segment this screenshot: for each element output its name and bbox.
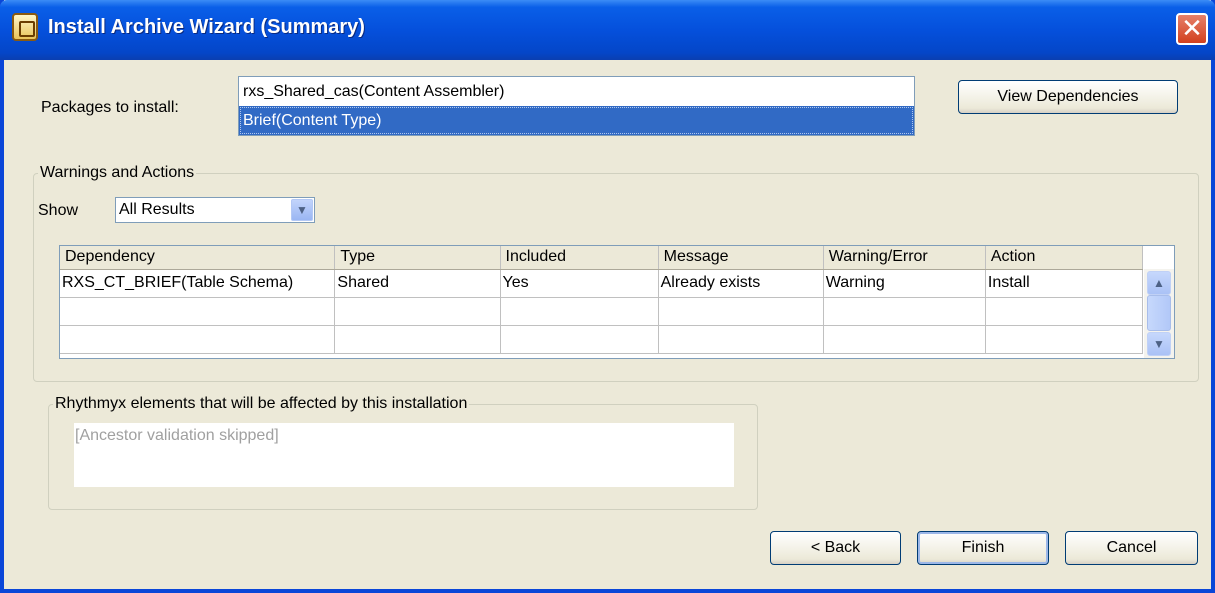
packages-list[interactable]: rxs_Shared_cas(Content Assembler) Brief(… [238, 76, 915, 136]
cell-warning-error[interactable]: Warning [823, 269, 986, 298]
cancel-button[interactable]: Cancel [1065, 531, 1198, 565]
title-bar[interactable]: Install Archive Wizard (Summary) ✕ [0, 0, 1215, 60]
empty-cell [823, 297, 986, 326]
scroll-up-icon[interactable]: ▲ [1147, 271, 1171, 295]
package-item[interactable]: rxs_Shared_cas(Content Assembler) [239, 77, 914, 106]
column-header-action[interactable]: Action [985, 246, 1144, 270]
empty-cell [658, 325, 824, 354]
packages-label: Packages to install: [41, 99, 179, 116]
cell-dependency[interactable]: RXS_CT_BRIEF(Table Schema) [60, 269, 336, 298]
table-row-empty[interactable] [60, 297, 1144, 326]
package-item-selected[interactable]: Brief(Content Type) [239, 106, 914, 135]
show-label: Show [38, 202, 79, 219]
warnings-actions-legend: Warnings and Actions [40, 164, 195, 181]
empty-cell [334, 325, 501, 354]
column-header-included[interactable]: Included [500, 246, 659, 270]
cell-message[interactable]: Already exists [658, 269, 824, 298]
column-header-type[interactable]: Type [334, 246, 501, 270]
finish-button[interactable]: Finish [917, 531, 1049, 565]
cell-type[interactable]: Shared [334, 269, 501, 298]
empty-cell [985, 297, 1144, 326]
empty-cell [823, 325, 986, 354]
view-dependencies-button[interactable]: View Dependencies [958, 80, 1178, 114]
empty-cell [985, 325, 1144, 354]
install-archive-wizard-window: Install Archive Wizard (Summary) ✕ Packa… [0, 0, 1215, 593]
empty-cell [658, 297, 824, 326]
table-row-empty[interactable] [60, 325, 1144, 354]
affected-elements-text: [Ancestor validation skipped] [74, 423, 734, 487]
column-header-warning-error[interactable]: Warning/Error [823, 246, 986, 270]
chevron-down-icon[interactable]: ▼ [291, 199, 313, 221]
show-filter-select[interactable]: All Results ▼ [115, 197, 315, 223]
warnings-grid: Dependency Type Included Message Warning… [60, 246, 1144, 354]
empty-cell [60, 297, 336, 326]
table-vertical-scrollbar[interactable]: ▲ ▼ [1144, 269, 1174, 358]
table-row[interactable]: RXS_CT_BRIEF(Table Schema) Shared Yes Al… [60, 269, 1144, 298]
table-header-row: Dependency Type Included Message Warning… [60, 246, 1144, 270]
close-button[interactable]: ✕ [1176, 13, 1208, 45]
affected-elements-legend: Rhythmyx elements that will be affected … [55, 395, 468, 412]
wizard-app-icon [12, 13, 38, 41]
empty-cell [60, 325, 336, 354]
scroll-down-icon[interactable]: ▼ [1147, 332, 1171, 356]
scroll-thumb[interactable] [1147, 295, 1171, 331]
cell-action[interactable]: Install [985, 269, 1144, 298]
column-header-dependency[interactable]: Dependency [60, 246, 336, 270]
back-button[interactable]: < Back [770, 531, 901, 565]
close-icon: ✕ [1181, 13, 1203, 43]
window-title: Install Archive Wizard (Summary) [48, 16, 365, 38]
show-filter-value: All Results [119, 201, 195, 218]
cell-included[interactable]: Yes [500, 269, 659, 298]
empty-cell [500, 325, 659, 354]
empty-cell [500, 297, 659, 326]
warnings-table: Dependency Type Included Message Warning… [59, 245, 1175, 359]
empty-cell [334, 297, 501, 326]
column-header-message[interactable]: Message [658, 246, 824, 270]
